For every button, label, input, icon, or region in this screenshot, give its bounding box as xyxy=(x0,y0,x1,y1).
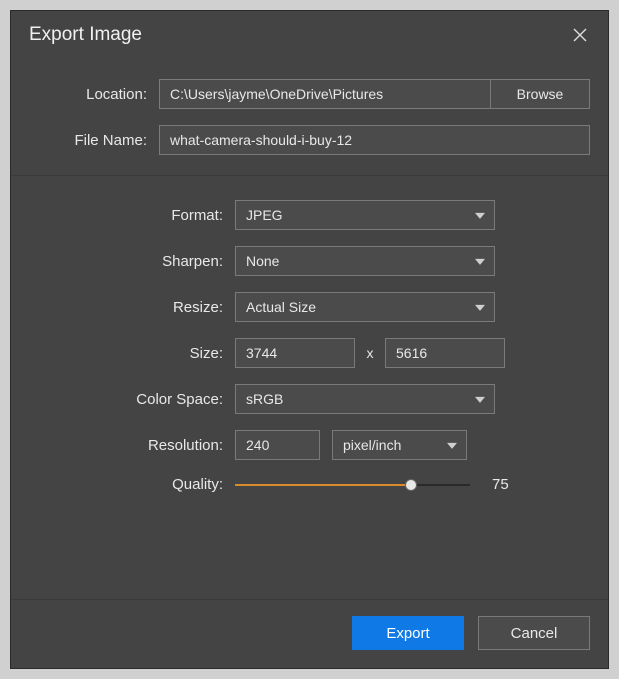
resolution-label: Resolution: xyxy=(29,437,235,454)
colorspace-label: Color Space: xyxy=(29,391,235,408)
quality-slider[interactable] xyxy=(235,478,470,492)
cancel-button[interactable]: Cancel xyxy=(478,616,590,650)
options-section: Format: JPEG Sharpen: None Resize: Actua… xyxy=(11,175,608,599)
format-select[interactable]: JPEG xyxy=(235,200,495,230)
close-button[interactable] xyxy=(568,23,592,47)
filename-input[interactable] xyxy=(159,125,590,155)
location-label: Location: xyxy=(29,86,159,103)
location-group: Browse xyxy=(159,79,590,109)
resize-label: Resize: xyxy=(29,299,235,316)
filename-label: File Name: xyxy=(29,132,159,149)
quality-value: 75 xyxy=(492,476,509,493)
location-input[interactable] xyxy=(159,79,490,109)
resolution-input[interactable] xyxy=(235,430,320,460)
sharpen-label: Sharpen: xyxy=(29,253,235,270)
colorspace-select[interactable]: sRGB xyxy=(235,384,495,414)
close-icon xyxy=(573,28,587,42)
sharpen-select[interactable]: None xyxy=(235,246,495,276)
resize-select[interactable]: Actual Size xyxy=(235,292,495,322)
size-height-input[interactable] xyxy=(385,338,505,368)
size-label: Size: xyxy=(29,345,235,362)
browse-button[interactable]: Browse xyxy=(490,79,590,109)
slider-fill xyxy=(235,484,411,486)
dialog-footer: Export Cancel xyxy=(11,599,608,668)
quality-label: Quality: xyxy=(29,476,235,493)
format-label: Format: xyxy=(29,207,235,224)
resolution-unit-select[interactable]: pixel/inch xyxy=(332,430,467,460)
size-width-input[interactable] xyxy=(235,338,355,368)
size-x-separator: x xyxy=(355,345,385,361)
export-image-dialog: Export Image Location: Browse File Name:… xyxy=(10,10,609,669)
dialog-title: Export Image xyxy=(29,24,142,46)
slider-thumb[interactable] xyxy=(405,479,417,491)
location-section: Location: Browse File Name: xyxy=(11,61,608,175)
export-button[interactable]: Export xyxy=(352,616,464,650)
titlebar: Export Image xyxy=(11,11,608,61)
